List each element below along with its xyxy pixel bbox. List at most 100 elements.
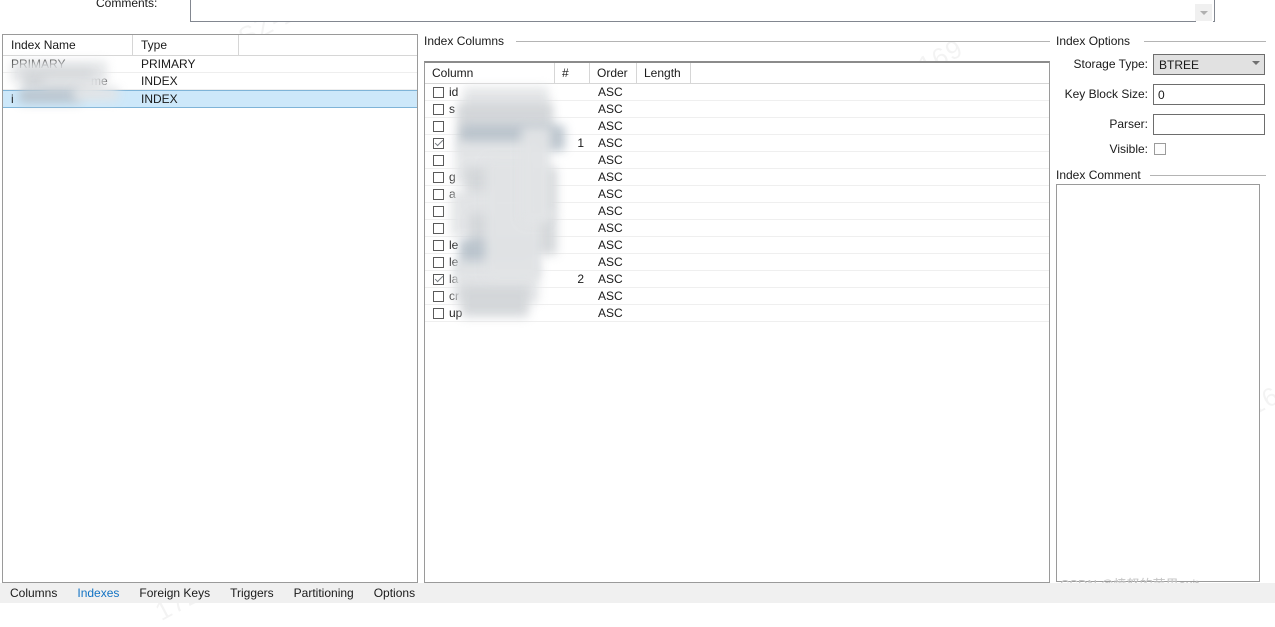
index-column-seq-cell[interactable]: 2 (555, 271, 590, 287)
column-checkbox[interactable] (433, 154, 444, 166)
index-column-order-cell[interactable]: ASC (590, 237, 637, 253)
column-header-length[interactable]: Length (637, 63, 691, 83)
index-column-length-cell[interactable] (637, 152, 691, 168)
parser-input[interactable] (1153, 113, 1265, 135)
column-checkbox-checked[interactable] (433, 137, 444, 149)
index-column-row[interactable]: ASC (425, 118, 1049, 135)
index-column-row[interactable]: g ASC (425, 169, 1049, 186)
column-checkbox[interactable] (433, 307, 444, 319)
column-checkbox[interactable] (433, 103, 444, 115)
column-checkbox-checked[interactable] (433, 273, 444, 285)
index-column-seq-cell[interactable] (555, 305, 590, 321)
index-column-row[interactable]: s ASC (425, 101, 1049, 118)
index-column-seq-cell[interactable] (555, 118, 590, 134)
index-column-order-cell[interactable]: ASC (590, 84, 637, 100)
column-header-index-name[interactable]: Index Name (3, 35, 133, 55)
index-column-length-cell[interactable] (637, 254, 691, 270)
comments-scrollbar[interactable] (1195, 0, 1213, 22)
index-column-length-cell[interactable] (637, 203, 691, 219)
index-name-list[interactable]: Index Name Type PRIMARY PRIMARY me INDEX… (2, 34, 418, 583)
index-column-row[interactable]: cr ASC (425, 288, 1049, 305)
index-column-row[interactable]: ASC (425, 152, 1049, 169)
index-column-seq-cell[interactable] (555, 237, 590, 253)
index-column-seq-cell[interactable] (555, 169, 590, 185)
index-column-seq-cell[interactable]: 1 (555, 135, 590, 151)
column-checkbox[interactable] (433, 120, 444, 132)
index-column-order-cell[interactable]: ASC (590, 186, 637, 202)
index-column-seq-cell[interactable] (555, 220, 590, 236)
column-header-blank[interactable] (691, 63, 1049, 83)
index-column-seq-cell[interactable] (555, 84, 590, 100)
column-checkbox[interactable] (433, 171, 444, 183)
index-column-seq-cell[interactable] (555, 152, 590, 168)
tab-partitioning[interactable]: Partitioning (284, 586, 364, 600)
column-header-type[interactable]: Type (133, 35, 239, 55)
index-column-length-cell[interactable] (637, 135, 691, 151)
column-checkbox[interactable] (433, 188, 444, 200)
column-checkbox[interactable] (433, 222, 444, 234)
index-column-name-cell (425, 118, 555, 134)
index-column-order-cell[interactable]: ASC (590, 118, 637, 134)
index-column-order-cell[interactable]: ASC (590, 305, 637, 321)
column-header-number[interactable]: # (555, 63, 590, 83)
index-column-order-cell[interactable]: ASC (590, 203, 637, 219)
index-list-row[interactable]: PRIMARY PRIMARY (3, 56, 417, 73)
storage-type-select[interactable]: BTREE (1153, 53, 1265, 75)
index-column-row[interactable]: ASC (425, 220, 1049, 237)
index-list-row-selected[interactable]: i INDEX (3, 90, 417, 108)
index-column-order-cell[interactable]: ASC (590, 135, 637, 151)
index-column-row[interactable]: la 2 ASC (425, 271, 1049, 288)
column-checkbox[interactable] (433, 290, 444, 302)
index-column-length-cell[interactable] (637, 84, 691, 100)
key-block-size-input[interactable]: 0 (1153, 83, 1265, 105)
comments-field[interactable] (190, 0, 1215, 22)
column-checkbox[interactable] (433, 86, 444, 98)
index-type-cell: INDEX (141, 74, 178, 88)
index-column-order-cell[interactable]: ASC (590, 288, 637, 304)
index-column-length-cell[interactable] (637, 118, 691, 134)
tab-indexes[interactable]: Indexes (67, 586, 129, 600)
column-checkbox[interactable] (433, 256, 444, 268)
index-column-length-cell[interactable] (637, 169, 691, 185)
index-column-length-cell[interactable] (637, 305, 691, 321)
index-column-row[interactable]: up ASC (425, 305, 1049, 322)
index-column-length-cell[interactable] (637, 186, 691, 202)
index-column-order-cell[interactable]: ASC (590, 271, 637, 287)
index-column-length-cell[interactable] (637, 237, 691, 253)
index-column-row[interactable]: le ASC (425, 237, 1049, 254)
index-column-order-cell[interactable]: ASC (590, 254, 637, 270)
index-column-seq-cell[interactable] (555, 203, 590, 219)
column-header-blank[interactable] (239, 35, 417, 55)
index-columns-grid[interactable]: Column # Order Length id ASC s ASC ASC 1 ASC AS… (424, 61, 1050, 583)
index-column-row[interactable]: id ASC (425, 84, 1049, 101)
index-column-seq-cell[interactable] (555, 101, 590, 117)
index-column-seq-cell[interactable] (555, 186, 590, 202)
index-column-order-cell[interactable]: ASC (590, 101, 637, 117)
index-column-order-cell[interactable]: ASC (590, 169, 637, 185)
index-comment-textarea[interactable] (1056, 184, 1260, 582)
index-column-length-cell[interactable] (637, 288, 691, 304)
index-column-seq-cell[interactable] (555, 288, 590, 304)
column-checkbox[interactable] (433, 239, 444, 251)
index-column-length-cell[interactable] (637, 220, 691, 236)
visible-checkbox[interactable] (1154, 143, 1166, 155)
index-list-row[interactable]: me INDEX (3, 73, 417, 90)
scroll-down-icon[interactable] (1195, 4, 1212, 21)
column-header-order[interactable]: Order (590, 63, 637, 83)
tab-options[interactable]: Options (364, 586, 425, 600)
index-column-length-cell[interactable] (637, 101, 691, 117)
index-column-row[interactable]: ASC (425, 203, 1049, 220)
index-column-row[interactable]: a ASC (425, 186, 1049, 203)
column-checkbox[interactable] (433, 205, 444, 217)
column-header-column[interactable]: Column (425, 63, 555, 83)
index-column-row[interactable]: 1 ASC (425, 135, 1049, 152)
index-column-row[interactable]: le ASC (425, 254, 1049, 271)
tab-columns[interactable]: Columns (0, 586, 67, 600)
index-column-order-cell[interactable]: ASC (590, 152, 637, 168)
tab-foreign-keys[interactable]: Foreign Keys (129, 586, 220, 600)
index-column-order-cell[interactable]: ASC (590, 220, 637, 236)
tab-triggers[interactable]: Triggers (220, 586, 284, 600)
index-column-length-cell[interactable] (637, 271, 691, 287)
index-column-seq-cell[interactable] (555, 254, 590, 270)
column-name-label: la (449, 272, 459, 286)
